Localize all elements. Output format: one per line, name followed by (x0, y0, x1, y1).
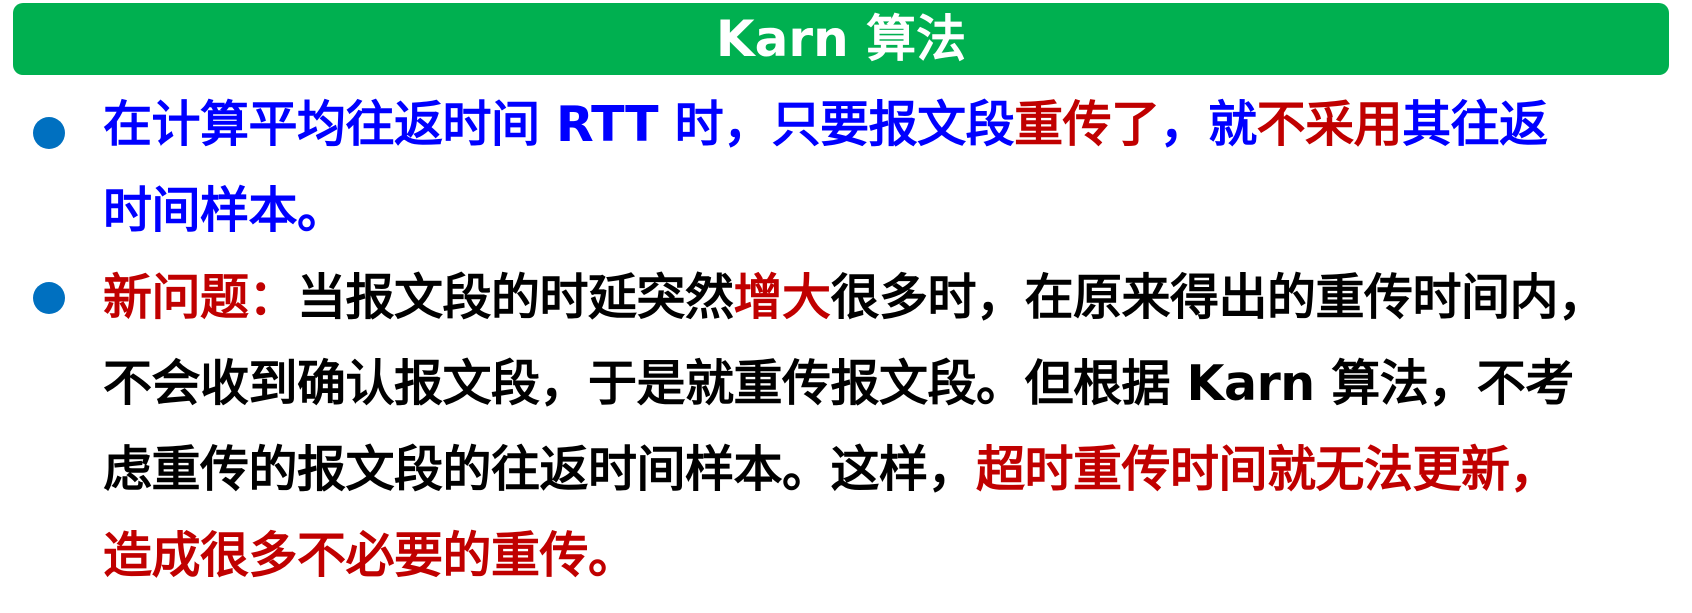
text-line: 在计算平均往返时间 RTT 时，只要报文段重传了，就不采用其往返 (103, 82, 1691, 168)
text-segment: ，就 (1159, 96, 1258, 153)
text-line: 虑重传的报文段的往返时间样本。这样，超时重传时间就无法更新， (103, 427, 1691, 513)
text-segment: 在计算平均往返时间 RTT 时，只要报文段 (103, 96, 1015, 153)
text-segment-highlight: 超时重传时间就无法更新， (976, 441, 1559, 498)
text-segment: 其往返 (1402, 96, 1548, 153)
text-segment: 当报文段的时延突然 (297, 269, 734, 326)
text-segment-highlight: 造成很多不必要的重传。 (103, 527, 637, 584)
bullet-text-2: 新问题：当报文段的时延突然增大很多时，在原来得出的重传时间内， 不会收到确认报文… (103, 255, 1691, 599)
text-line: 不会收到确认报文段，于是就重传报文段。但根据 Karn 算法，不考 (103, 341, 1691, 427)
text-segment: 虑重传的报文段的往返时间样本。这样， (103, 441, 977, 498)
title-bar: Karn 算法 (13, 3, 1669, 75)
bullet-icon (33, 282, 65, 314)
text-line: 造成很多不必要的重传。 (103, 513, 1691, 599)
text-segment: 不会收到确认报文段，于是就重传报文段。但根据 Karn 算法，不考 (103, 355, 1574, 412)
bullet-text-1: 在计算平均往返时间 RTT 时，只要报文段重传了，就不采用其往返 时间样本。 (103, 82, 1691, 254)
text-segment: 很多时，在原来得出的重传时间内， (830, 269, 1608, 326)
text-line: 时间样本。 (103, 168, 1691, 254)
text-segment-highlight: 不采用 (1256, 96, 1403, 153)
text-line: 新问题：当报文段的时延突然增大很多时，在原来得出的重传时间内， (103, 255, 1691, 341)
text-segment-highlight: 增大 (733, 269, 832, 326)
text-segment: 时间样本。 (103, 182, 346, 239)
bullet-icon (33, 117, 65, 149)
text-segment-highlight: 重传了 (1014, 96, 1160, 153)
slide-title: Karn 算法 (715, 10, 967, 68)
text-segment-highlight: 新问题： (103, 269, 298, 326)
